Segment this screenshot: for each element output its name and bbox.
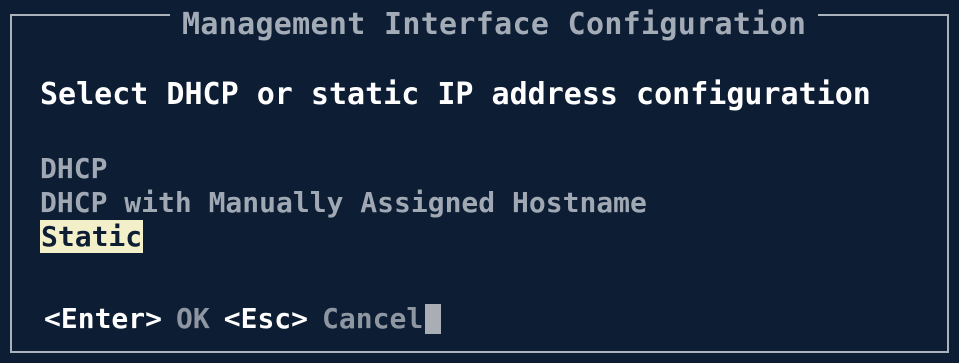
dialog-prompt: Select DHCP or static IP address configu… [40,77,871,112]
text-cursor [425,304,442,334]
action-bar: <Enter> OK <Esc> Cancel [44,302,442,336]
cancel-button[interactable]: Cancel [322,302,423,336]
option-label: Static [40,220,144,253]
ok-button[interactable]: OK [176,302,210,336]
option-dhcp-manual-hostname[interactable]: DHCP with Manually Assigned Hostname [40,186,647,220]
option-static[interactable]: Static [40,220,647,254]
option-label: DHCP [40,152,108,185]
option-list: DHCP DHCP with Manually Assigned Hostnam… [40,152,647,254]
option-dhcp[interactable]: DHCP [40,152,647,186]
dialog-title: Management Interface Configuration [170,10,819,40]
esc-key-hint: <Esc> [223,302,309,335]
enter-key-hint: <Enter> [44,302,163,335]
terminal-screen: Management Interface Configuration Selec… [0,0,959,363]
option-label: DHCP with Manually Assigned Hostname [40,186,647,219]
